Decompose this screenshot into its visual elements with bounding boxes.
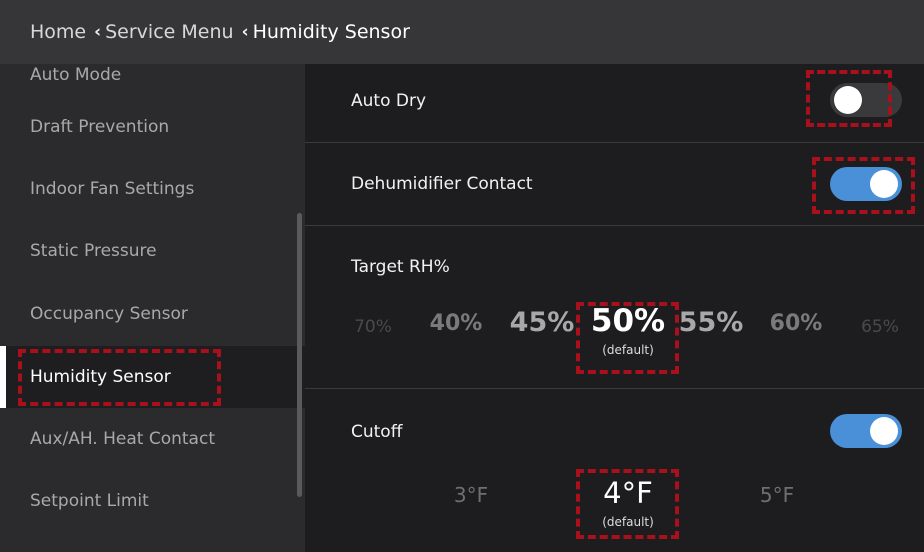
sidebar-item-label: Aux/AH. Heat Contact <box>30 429 215 449</box>
sidebar-item-occupancy-sensor[interactable]: Occupancy Sensor <box>0 283 305 345</box>
sidebar: Auto Mode Draft Prevention Indoor Fan Se… <box>0 64 305 552</box>
sidebar-item-setpoint-limit[interactable]: Setpoint Limit <box>0 470 305 532</box>
rh-option[interactable]: 65% <box>850 317 910 337</box>
highlight-box <box>806 70 892 127</box>
highlight-box <box>576 302 679 374</box>
settings-panel: Auto Dry Dehumidifier Contact Target RH%… <box>305 64 924 552</box>
sidebar-item-label: Occupancy Sensor <box>30 304 188 324</box>
toggle-knob <box>870 417 898 445</box>
header-bar: Home ‹ Service Menu ‹ Humidity Sensor <box>0 0 924 64</box>
breadcrumb-home[interactable]: Home <box>30 21 86 43</box>
sidebar-item-indoor-fan-settings[interactable]: Indoor Fan Settings <box>0 158 305 220</box>
rh-option[interactable]: 70% <box>343 317 403 337</box>
highlight-box <box>18 349 221 406</box>
sidebar-item-label: Draft Prevention <box>30 117 170 137</box>
sidebar-item-static-pressure[interactable]: Static Pressure <box>0 220 305 282</box>
breadcrumb-current: Humidity Sensor <box>252 21 410 43</box>
highlight-box <box>576 469 679 539</box>
target-rh-label: Target RH% <box>351 257 450 277</box>
sidebar-item-aux-heat-contact[interactable]: Aux/AH. Heat Contact <box>0 408 305 470</box>
dehumidifier-contact-row: Dehumidifier Contact <box>305 143 924 226</box>
rh-option[interactable]: 55% <box>671 307 751 338</box>
auto-dry-row: Auto Dry <box>305 64 924 143</box>
rh-option[interactable]: 45% <box>503 307 581 338</box>
breadcrumb: Home ‹ Service Menu ‹ Humidity Sensor <box>30 21 410 43</box>
chevron-left-icon: ‹ <box>241 22 249 42</box>
dehumidifier-contact-label: Dehumidifier Contact <box>351 174 533 194</box>
target-rh-row: Target RH% 70% 40% 45% 50% (default) 55%… <box>305 226 924 389</box>
sidebar-item-draft-prevention[interactable]: Draft Prevention <box>0 96 305 158</box>
cutoff-option[interactable]: 5°F <box>747 483 807 507</box>
highlight-box <box>812 157 915 214</box>
sidebar-item-label: Indoor Fan Settings <box>30 179 195 199</box>
auto-dry-label: Auto Dry <box>351 91 427 111</box>
sidebar-item-label: Auto Mode <box>30 65 122 85</box>
sidebar-item-label: Setpoint Limit <box>30 491 149 511</box>
rh-option[interactable]: 60% <box>761 311 831 336</box>
cutoff-option[interactable]: 3°F <box>441 483 501 507</box>
rh-option[interactable]: 40% <box>421 311 491 336</box>
cutoff-label: Cutoff <box>351 422 403 442</box>
breadcrumb-service-menu[interactable]: Service Menu <box>105 21 233 43</box>
sidebar-item-label: Static Pressure <box>30 241 157 261</box>
cutoff-toggle[interactable] <box>830 414 902 448</box>
cutoff-row: Cutoff 3°F 4°F (default) 5°F <box>305 389 924 552</box>
sidebar-scrollbar[interactable] <box>297 213 302 497</box>
chevron-left-icon: ‹ <box>94 22 102 42</box>
